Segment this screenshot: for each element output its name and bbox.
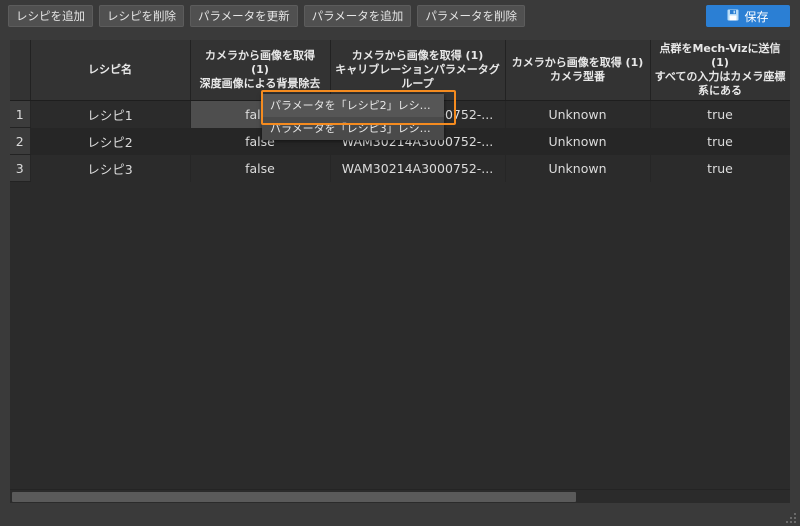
copy-to-recipe3-item[interactable]: パラメータを「レシピ3」レシピにコピー — [262, 117, 444, 140]
cell-recipe-name[interactable]: レシピ1 — [30, 100, 191, 128]
row-number[interactable]: 2 — [10, 127, 31, 155]
column-header-line2: すべての入力はカメラ座標系にある — [654, 70, 786, 97]
row-number[interactable]: 1 — [10, 100, 31, 128]
add-recipe-button[interactable]: レシピを追加 — [8, 5, 93, 27]
delete-parameter-button[interactable]: パラメータを削除 — [417, 5, 525, 27]
column-header-line2: キャリブレーションパラメータグループ — [335, 63, 500, 90]
column-header-line1: カメラから画像を取得 (1) — [205, 49, 315, 76]
copy-to-recipe2-item[interactable]: パラメータを「レシピ2」レシピにコピー — [262, 94, 444, 117]
cell-camera-model[interactable]: Unknown — [505, 127, 651, 155]
table-header-row: レシピ名 カメラから画像を取得 (1) 深度画像による背景除去 カメラから画像を… — [10, 40, 790, 101]
cell-camera-model[interactable]: Unknown — [505, 154, 651, 182]
copy-parameter-context-menu[interactable]: パラメータを「レシピ2」レシピにコピー パラメータを「レシピ3」レシピにコピー — [262, 94, 444, 140]
column-header-depth-background-removal[interactable]: カメラから画像を取得 (1) 深度画像による背景除去 — [190, 40, 331, 101]
resize-grip[interactable] — [784, 510, 798, 524]
column-header-recipe-name[interactable]: レシピ名 — [30, 40, 191, 101]
recipe-parameter-editor-window: レシピを追加 レシピを削除 パラメータを更新 パラメータを追加 パラメータを削除… — [0, 0, 800, 526]
save-button-label: 保存 — [744, 9, 769, 24]
cell-calibration-group[interactable]: WAM30214A3000752-... — [330, 154, 506, 182]
cell-camera-model[interactable]: Unknown — [505, 100, 651, 128]
column-header-camera-model[interactable]: カメラから画像を取得 (1) カメラ型番 — [505, 40, 651, 101]
table-corner-cell[interactable] — [10, 40, 31, 101]
column-header-camera-frame-inputs[interactable]: 点群をMech-Vizに送信 (1) すべての入力はカメラ座標系にある — [650, 40, 790, 101]
column-header-line1: 点群をMech-Vizに送信 (1) — [659, 42, 781, 69]
floppy-disk-icon — [727, 9, 739, 24]
delete-recipe-button[interactable]: レシピを削除 — [99, 5, 184, 27]
table-row[interactable]: 3 レシピ3 false WAM30214A3000752-... Unknow… — [10, 154, 790, 182]
horizontal-scrollbar-track[interactable] — [10, 489, 790, 503]
cell-recipe-name[interactable]: レシピ3 — [30, 154, 191, 182]
column-header-line2: カメラ型番 — [550, 70, 605, 83]
cell-camera-frame-inputs[interactable]: true — [650, 127, 790, 155]
column-header-line1: カメラから画像を取得 (1) — [351, 49, 484, 62]
column-header-calibration-parameter-group[interactable]: カメラから画像を取得 (1) キャリブレーションパラメータグループ — [330, 40, 506, 101]
horizontal-scrollbar-thumb[interactable] — [12, 492, 576, 502]
row-number[interactable]: 3 — [10, 154, 31, 182]
update-parameter-button[interactable]: パラメータを更新 — [190, 5, 298, 27]
table-header: レシピ名 カメラから画像を取得 (1) 深度画像による背景除去 カメラから画像を… — [10, 40, 790, 101]
column-header-line2: 深度画像による背景除去 — [199, 77, 321, 90]
toolbar: レシピを追加 レシピを削除 パラメータを更新 パラメータを追加 パラメータを削除… — [0, 0, 800, 32]
cell-depth-background-removal[interactable]: false — [190, 154, 331, 182]
cell-camera-frame-inputs[interactable]: true — [650, 154, 790, 182]
save-button[interactable]: 保存 — [706, 5, 790, 27]
column-header-line1: レシピ名 — [88, 63, 132, 76]
column-header-line1: カメラから画像を取得 (1) — [511, 56, 644, 69]
cell-recipe-name[interactable]: レシピ2 — [30, 127, 191, 155]
cell-camera-frame-inputs[interactable]: true — [650, 100, 790, 128]
add-parameter-button[interactable]: パラメータを追加 — [303, 5, 412, 27]
